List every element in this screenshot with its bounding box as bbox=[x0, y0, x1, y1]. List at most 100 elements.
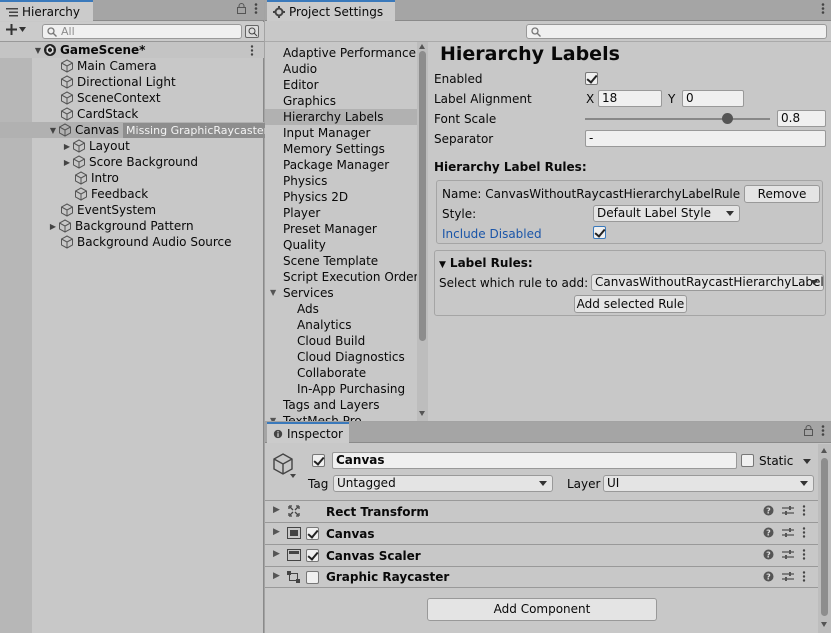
help-icon[interactable]: ? bbox=[763, 505, 774, 516]
more-options-icon[interactable] bbox=[802, 505, 806, 516]
category-list-scrollbar[interactable] bbox=[417, 42, 428, 421]
settings-search-input[interactable] bbox=[526, 24, 827, 39]
settings-category-item[interactable]: Audio bbox=[265, 61, 417, 77]
settings-category-item[interactable]: Analytics bbox=[265, 317, 417, 333]
more-options-icon[interactable] bbox=[821, 425, 825, 436]
add-selected-rule-button[interactable]: Add selected Rule bbox=[574, 295, 687, 313]
expand-arrow-icon[interactable]: ▼ bbox=[48, 122, 58, 138]
expand-arrow-icon[interactable]: ▼ bbox=[33, 42, 43, 58]
settings-category-item[interactable]: Tags and Layers bbox=[265, 397, 417, 413]
settings-category-item[interactable]: ▼ TextMesh Pro bbox=[265, 413, 417, 421]
enabled-checkbox[interactable] bbox=[585, 72, 598, 85]
hierarchy-item-layout[interactable]: ▶ Layout bbox=[0, 138, 264, 154]
hierarchy-item-canvas[interactable]: ▼ Canvas Missing GraphicRaycaster! bbox=[0, 122, 276, 138]
help-icon[interactable]: ? bbox=[763, 549, 774, 560]
expand-arrow-icon[interactable]: ▶ bbox=[62, 138, 72, 154]
style-dropdown[interactable]: Default Label Style bbox=[593, 205, 740, 222]
settings-category-item[interactable]: Script Execution Order bbox=[265, 269, 417, 285]
settings-category-item[interactable]: Input Manager bbox=[265, 125, 417, 141]
scene-visibility-button[interactable] bbox=[245, 25, 259, 38]
presets-icon[interactable] bbox=[782, 505, 794, 516]
component-graphic-raycaster[interactable]: ▶ Graphic Raycaster ? bbox=[265, 566, 818, 588]
settings-category-item[interactable]: Player bbox=[265, 205, 417, 221]
label-alignment-y-field[interactable]: 0 bbox=[682, 90, 744, 107]
more-options-icon[interactable] bbox=[802, 571, 806, 582]
expand-arrow-icon[interactable]: ▶ bbox=[273, 527, 280, 537]
expand-arrow-icon[interactable]: ▶ bbox=[273, 505, 280, 515]
scroll-down-arrow-icon[interactable] bbox=[821, 622, 827, 627]
tab-project-settings[interactable]: Project Settings bbox=[267, 0, 395, 21]
hierarchy-item-directional-light[interactable]: Directional Light bbox=[0, 74, 264, 90]
settings-category-item[interactable]: Scene Template bbox=[265, 253, 417, 269]
lock-icon[interactable] bbox=[804, 425, 813, 436]
settings-category-item[interactable]: Memory Settings bbox=[265, 141, 417, 157]
settings-category-item[interactable]: Physics 2D bbox=[265, 189, 417, 205]
scroll-down-arrow-icon[interactable] bbox=[419, 411, 425, 416]
settings-category-item[interactable]: Hierarchy Labels bbox=[265, 109, 417, 125]
hierarchy-item-main-camera[interactable]: Main Camera bbox=[0, 58, 264, 74]
label-alignment-x-field[interactable]: 18 bbox=[598, 90, 662, 107]
foldout-arrow-icon[interactable]: ▼ bbox=[270, 413, 276, 421]
component-enabled-checkbox[interactable] bbox=[306, 571, 319, 584]
hierarchy-item-background-audio-source[interactable]: Background Audio Source bbox=[0, 234, 264, 250]
hierarchy-item-cardstack[interactable]: CardStack bbox=[0, 106, 264, 122]
static-checkbox[interactable] bbox=[741, 454, 754, 467]
help-icon[interactable]: ? bbox=[763, 571, 774, 582]
tag-dropdown[interactable]: Untagged bbox=[333, 475, 553, 492]
settings-category-item[interactable]: Cloud Diagnostics bbox=[265, 349, 417, 365]
inspector-scrollbar[interactable] bbox=[818, 444, 831, 633]
more-options-icon[interactable] bbox=[821, 3, 825, 14]
more-options-icon[interactable] bbox=[802, 527, 806, 538]
presets-icon[interactable] bbox=[782, 549, 794, 560]
font-scale-field[interactable]: 0.8 bbox=[777, 110, 826, 127]
expand-arrow-icon[interactable]: ▶ bbox=[62, 154, 72, 170]
add-component-button[interactable]: Add Component bbox=[427, 598, 657, 621]
settings-category-item[interactable]: Preset Manager bbox=[265, 221, 417, 237]
hierarchy-search-input[interactable]: All bbox=[42, 24, 242, 39]
scrollbar-thumb[interactable] bbox=[821, 458, 828, 616]
expand-arrow-icon[interactable]: ▶ bbox=[273, 549, 280, 559]
settings-category-item[interactable]: Graphics bbox=[265, 93, 417, 109]
presets-icon[interactable] bbox=[782, 571, 794, 582]
more-options-icon[interactable] bbox=[254, 3, 258, 14]
tab-hierarchy[interactable]: Hierarchy bbox=[0, 0, 93, 21]
component-rect-transform[interactable]: ▶ Rect Transform ? bbox=[265, 500, 818, 522]
hierarchy-item-scene-context[interactable]: SceneContext bbox=[0, 90, 264, 106]
settings-category-item[interactable]: Physics bbox=[265, 173, 417, 189]
hierarchy-item-background-pattern[interactable]: ▶ Background Pattern bbox=[0, 218, 264, 234]
settings-category-item[interactable]: Ads bbox=[265, 301, 417, 317]
settings-category-item[interactable]: ▼ Services bbox=[265, 285, 417, 301]
foldout-arrow-icon[interactable]: ▼ bbox=[270, 285, 276, 301]
settings-category-item[interactable]: Adaptive Performance bbox=[265, 45, 417, 61]
gameobject-icon[interactable] bbox=[272, 452, 296, 478]
layer-dropdown[interactable]: UI bbox=[603, 475, 814, 492]
select-rule-dropdown[interactable]: CanvasWithoutRaycastHierarchyLabelRule bbox=[591, 274, 824, 291]
settings-category-item[interactable]: Quality bbox=[265, 237, 417, 253]
object-name-field[interactable]: Canvas bbox=[332, 452, 737, 469]
component-enabled-checkbox[interactable] bbox=[306, 549, 319, 562]
font-scale-slider-handle[interactable] bbox=[722, 113, 733, 124]
hierarchy-item-intro[interactable]: Intro bbox=[0, 170, 264, 186]
expand-arrow-icon[interactable]: ▶ bbox=[273, 571, 280, 581]
presets-icon[interactable] bbox=[782, 527, 794, 538]
static-dropdown-arrow-icon[interactable] bbox=[803, 459, 811, 464]
include-disabled-checkbox[interactable] bbox=[593, 226, 606, 239]
expand-arrow-icon[interactable]: ▶ bbox=[48, 218, 58, 234]
label-rules-foldout[interactable]: ▼ Label Rules: bbox=[439, 256, 533, 270]
remove-rule-button[interactable]: Remove bbox=[744, 185, 820, 203]
scene-more-icon[interactable] bbox=[250, 45, 254, 56]
scroll-up-arrow-icon[interactable] bbox=[821, 448, 827, 453]
settings-category-item[interactable]: Package Manager bbox=[265, 157, 417, 173]
settings-category-item[interactable]: Editor bbox=[265, 77, 417, 93]
lock-icon[interactable] bbox=[237, 3, 246, 14]
component-canvas[interactable]: ▶ Canvas ? bbox=[265, 522, 818, 544]
separator-field[interactable]: - bbox=[585, 130, 826, 147]
active-checkbox[interactable] bbox=[312, 454, 325, 467]
hierarchy-item-score-background[interactable]: ▶ Score Background bbox=[0, 154, 264, 170]
hierarchy-item-feedback[interactable]: Feedback bbox=[0, 186, 264, 202]
more-options-icon[interactable] bbox=[802, 549, 806, 560]
component-canvas-scaler[interactable]: ▶ Canvas Scaler ? bbox=[265, 544, 818, 566]
settings-category-item[interactable]: In-App Purchasing bbox=[265, 381, 417, 397]
hierarchy-item-event-system[interactable]: EventSystem bbox=[0, 202, 264, 218]
scroll-up-arrow-icon[interactable] bbox=[419, 44, 425, 49]
